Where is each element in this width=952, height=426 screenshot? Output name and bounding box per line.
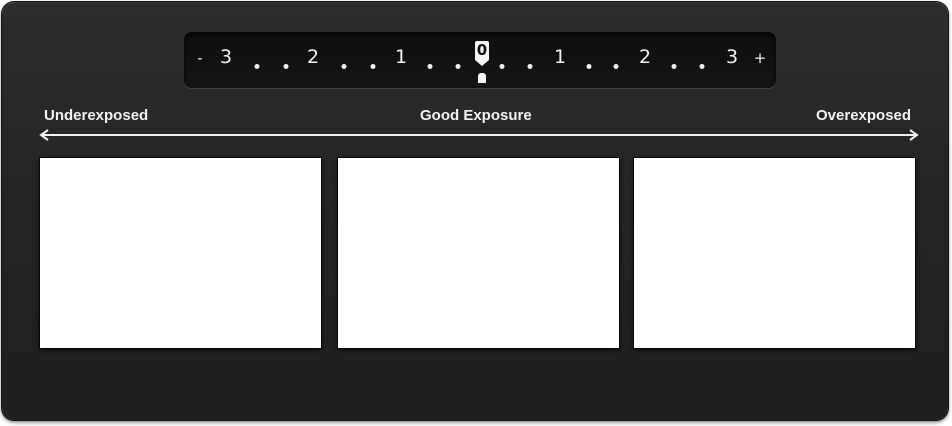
underexposed-label: Underexposed	[44, 107, 149, 124]
meter-label-plus-3: 3	[725, 46, 739, 68]
overexposed-example-frame	[634, 158, 915, 348]
exposure-meter: - 3 2 1 0 1 2 3 +	[184, 32, 776, 88]
meter-label-plus-2: 2	[638, 46, 652, 68]
exposure-scale-arrow	[39, 129, 919, 141]
meter-label-minus-3: 3	[219, 46, 233, 68]
meter-dot	[341, 64, 347, 69]
overexposed-label: Overexposed	[816, 107, 912, 124]
exposure-diagram-panel: - 3 2 1 0 1 2 3 + Underexposed Good Expo…	[2, 2, 948, 420]
meter-label-plus-1: 1	[553, 46, 567, 68]
meter-dot	[499, 64, 505, 69]
meter-dot	[427, 64, 433, 69]
meter-dot	[283, 64, 289, 69]
meter-label-minus-1: 1	[394, 46, 408, 68]
meter-label-minus-2: 2	[306, 46, 320, 68]
good-exposure-example-frame	[338, 158, 619, 348]
meter-minus-sign: -	[197, 49, 203, 67]
good-exposure-label: Good Exposure	[420, 107, 532, 124]
meter-dot	[671, 64, 677, 69]
underexposed-example-frame	[40, 158, 321, 348]
exposure-indicator	[478, 73, 486, 83]
meter-dot	[699, 64, 705, 69]
meter-zero-marker: 0	[475, 41, 489, 60]
meter-dot	[527, 64, 533, 69]
meter-dot	[455, 64, 461, 69]
meter-zero-pointer	[475, 60, 489, 66]
meter-dot	[586, 64, 592, 69]
meter-dot	[254, 64, 260, 69]
meter-plus-sign: +	[753, 49, 767, 67]
meter-dot	[613, 64, 619, 69]
meter-dot	[370, 64, 376, 69]
